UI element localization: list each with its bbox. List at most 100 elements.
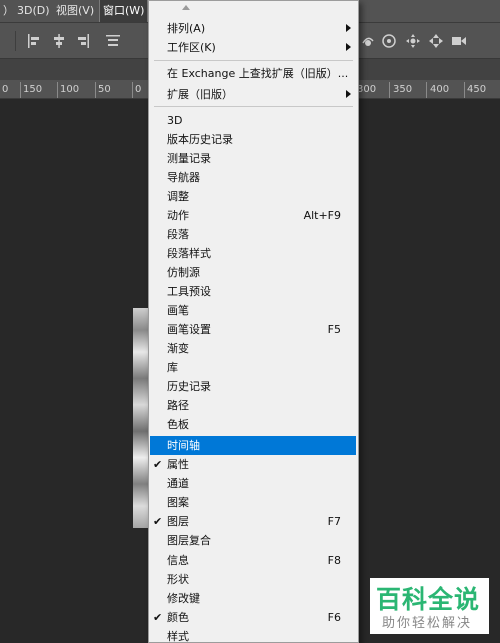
menu-item-paragraph-styles[interactable]: 段落样式 <box>150 244 356 263</box>
3d-roll-icon[interactable] <box>381 33 397 49</box>
menu-item-clone-source[interactable]: 仿制源 <box>150 263 356 282</box>
menu-item-brush-settings[interactable]: 画笔设置 F5 <box>150 320 356 339</box>
submenu-arrow-icon <box>346 90 351 98</box>
menu-item-label: 测量记录 <box>167 152 211 165</box>
menu-item-extensions-legacy[interactable]: 扩展（旧版） <box>150 85 356 104</box>
menu-item-shortcut: F5 <box>327 323 341 336</box>
menu-item-label: 工作区(K) <box>167 41 216 54</box>
menu-item-label: 形状 <box>167 573 189 586</box>
menu-item-history[interactable]: 历史记录 <box>150 377 356 396</box>
menu-item-label: 画笔设置 <box>167 323 211 336</box>
menu-item-3d[interactable]: 3D <box>150 111 356 130</box>
watermark-logo: 百科全说 助你轻松解决 <box>370 578 489 634</box>
menu-item-label: 色板 <box>167 418 189 431</box>
checkmark-icon: ✔ <box>153 611 163 624</box>
checkmark-icon: ✔ <box>153 515 163 528</box>
menu-item-arrange[interactable]: 排列(A) <box>150 19 356 38</box>
menu-item-properties[interactable]: ✔ 属性 <box>150 455 356 474</box>
menu-item-label: 图层 <box>167 515 189 528</box>
menu-item-label: 仿制源 <box>167 266 200 279</box>
menu-item-label: 版本历史记录 <box>167 133 233 146</box>
ruler-label: 50 <box>98 84 111 95</box>
menu-item-paragraph[interactable]: 段落 <box>150 225 356 244</box>
menu-item-label: 修改键 <box>167 592 200 605</box>
menu-item-label: 颜色 <box>167 611 189 624</box>
menu-item-label: 段落样式 <box>167 247 211 260</box>
align-right-icon[interactable] <box>75 33 91 49</box>
watermark-title: 百科全说 <box>376 585 481 614</box>
menu-item-label: 段落 <box>167 228 189 241</box>
submenu-arrow-icon <box>346 43 351 51</box>
menu-item-timeline[interactable]: 时间轴 <box>150 436 356 455</box>
menu-item-version-history[interactable]: 版本历史记录 <box>150 130 356 149</box>
menu-divider <box>154 106 353 107</box>
ruler-label: 100 <box>60 84 80 95</box>
menu-item-label: 工具预设 <box>167 285 211 298</box>
checkmark-icon: ✔ <box>153 458 163 471</box>
menu-3d[interactable]: 3D(D) <box>14 0 53 22</box>
menu-item-workspace[interactable]: 工作区(K) <box>150 38 356 57</box>
menu-item-label: 历史记录 <box>167 380 211 393</box>
menu-item-label: 路径 <box>167 399 189 412</box>
menu-item-shortcut: F7 <box>327 515 341 528</box>
menu-item-label: 时间轴 <box>167 439 200 452</box>
menu-item-label: 导航器 <box>167 171 200 184</box>
3d-slide-icon[interactable] <box>428 33 444 49</box>
menu-item-label: 在 Exchange 上查找扩展（旧版）... <box>167 67 349 80</box>
menu-item-layer-comps[interactable]: 图层复合 <box>150 531 356 550</box>
menu-item-label: 通道 <box>167 477 189 490</box>
menu-item-shortcut: F6 <box>327 611 341 624</box>
menu-item-find-extensions[interactable]: 在 Exchange 上查找扩展（旧版）... <box>150 64 356 83</box>
canvas-image[interactable] <box>133 308 149 528</box>
align-top-icon[interactable] <box>105 33 121 49</box>
menu-item-patterns[interactable]: 图案 <box>150 493 356 512</box>
menu-item-label: 属性 <box>167 458 189 471</box>
toolbar-separator <box>15 31 16 51</box>
menu-item-label: 画笔 <box>167 304 189 317</box>
ruler-label: 0 <box>2 84 9 95</box>
menu-item-info[interactable]: 信息 F8 <box>150 551 356 570</box>
menu-item-label: 动作 <box>167 209 189 222</box>
align-left-icon[interactable] <box>26 33 42 49</box>
menu-item-navigator[interactable]: 导航器 <box>150 168 356 187</box>
3d-scale-camera-icon[interactable] <box>451 33 467 49</box>
menu-item-adjustments[interactable]: 调整 <box>150 187 356 206</box>
menu-item-label: 排列(A) <box>167 22 206 35</box>
menu-item-layers[interactable]: ✔ 图层 F7 <box>150 512 356 531</box>
menu-item-label: 信息 <box>167 554 189 567</box>
align-center-icon[interactable] <box>51 33 67 49</box>
menu-item-shapes[interactable]: 形状 <box>150 570 356 589</box>
ruler-label: 150 <box>23 84 43 95</box>
menu-item-label: 3D <box>167 114 183 127</box>
ruler-label: 0 <box>135 84 142 95</box>
menu-item-measurement-log[interactable]: 测量记录 <box>150 149 356 168</box>
menu-item-libraries[interactable]: 库 <box>150 358 356 377</box>
menu-item-swatches[interactable]: 色板 <box>150 415 356 434</box>
menu-scroll-up-arrow[interactable] <box>149 3 358 15</box>
submenu-arrow-icon <box>346 24 351 32</box>
menu-item-modifier-keys[interactable]: 修改键 <box>150 589 356 608</box>
menu-item-actions[interactable]: 动作 Alt+F9 <box>150 206 356 225</box>
menu-item-label: 图案 <box>167 496 189 509</box>
menu-item-label: 调整 <box>167 190 189 203</box>
menu-item-label: 渐变 <box>167 342 189 355</box>
menu-item-channels[interactable]: 通道 <box>150 474 356 493</box>
ruler-label: 300 <box>357 84 377 95</box>
3d-pan-icon[interactable] <box>405 33 421 49</box>
menu-item-tool-presets[interactable]: 工具预设 <box>150 282 356 301</box>
3d-rotate-icon[interactable] <box>360 33 376 49</box>
menu-item-label: 库 <box>167 361 178 374</box>
menu-view[interactable]: 视图(V) <box>53 0 97 22</box>
menu-divider <box>154 60 353 61</box>
menu-item-label: 扩展（旧版） <box>167 88 233 101</box>
menu-item-shortcut: Alt+F9 <box>303 209 341 222</box>
menu-window[interactable]: 窗口(W) <box>98 0 149 23</box>
menu-item-label: 图层复合 <box>167 534 211 547</box>
menu-item-shortcut: F8 <box>327 554 341 567</box>
window-menu: 排列(A) 工作区(K) 在 Exchange 上查找扩展（旧版）... 扩展（… <box>148 0 359 643</box>
menu-item-gradients[interactable]: 渐变 <box>150 339 356 358</box>
menu-item-brushes[interactable]: 画笔 <box>150 301 356 320</box>
ruler-label: 400 <box>430 84 450 95</box>
menu-item-paths[interactable]: 路径 <box>150 396 356 415</box>
menu-item-color[interactable]: ✔ 颜色 F6 <box>150 608 356 627</box>
